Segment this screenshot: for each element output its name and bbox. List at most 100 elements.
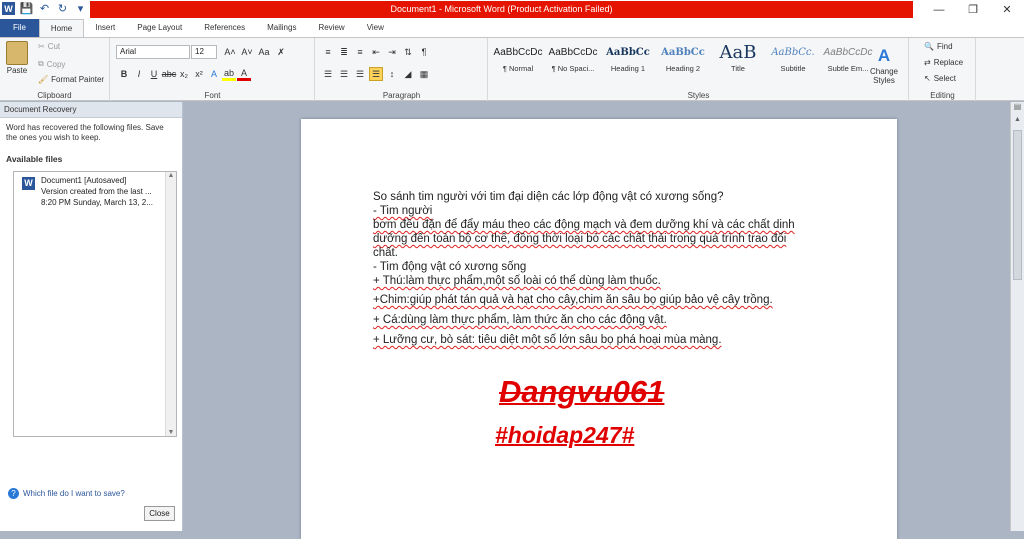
paste-button[interactable]: Paste (6, 41, 28, 75)
select-button[interactable]: ↖ Select (924, 74, 956, 83)
ruler-toggle-icon[interactable]: ▤ (1011, 102, 1024, 116)
vertical-scrollbar[interactable]: ▤ ▲ (1010, 102, 1024, 531)
paragraph-label: Paragraph (382, 91, 421, 100)
numbering-icon[interactable]: ≣ (337, 45, 351, 59)
doc-line-fish: + Cá:dùng làm thực phẩm, làm thức ăn cho… (373, 314, 667, 326)
superscript-icon[interactable]: x² (192, 67, 206, 81)
font-size-field[interactable]: 12 (191, 45, 217, 59)
recovery-title: Document Recovery (0, 102, 182, 118)
tab-review[interactable]: Review (307, 19, 355, 37)
cut-button[interactable]: ✂ Cut (38, 42, 60, 51)
clear-formatting-icon[interactable]: ✗ (274, 45, 288, 59)
doc-line-body-2: dưỡng đến toàn bộ cơ thể, đồng thời loại… (373, 233, 787, 245)
scroll-up-arrow-icon[interactable]: ▲ (1011, 116, 1024, 128)
style-heading-2[interactable]: AaBbCc Heading 2 (656, 42, 710, 82)
undo-icon[interactable]: ↶ (38, 2, 51, 15)
justify-icon[interactable]: ☰ (369, 67, 383, 81)
styles-group: AaBbCcDc ¶ Normal AaBbCcDc ¶ No Spaci... A… (489, 38, 909, 101)
style-subtitle[interactable]: AaBbCc. Subtitle (766, 42, 820, 82)
shrink-font-icon[interactable]: A˅ (240, 45, 254, 59)
editing-group: 🔍 Find ⇄ Replace ↖ Select Editing (910, 38, 976, 101)
close-window-button[interactable]: ✕ (990, 0, 1024, 19)
hashtag-text: #hoidap247# (495, 422, 635, 448)
copy-button[interactable]: ⧉ Copy (38, 59, 65, 69)
increase-indent-icon[interactable]: ⇥ (385, 45, 399, 59)
paintbrush-icon: 🖌 (38, 75, 49, 84)
paragraph-bottom-row: ☰ ☰ ☰ ☰ ↕ ◢ ▦ (321, 67, 431, 81)
highlight-icon[interactable]: ab (222, 67, 236, 81)
recovered-file-version: Version created from the last ... (41, 187, 152, 196)
document-page[interactable]: So sánh tim người với tim đại diện các l… (301, 119, 897, 539)
style-no-spacing[interactable]: AaBbCcDc ¶ No Spaci... (546, 42, 600, 82)
show-hide-icon[interactable]: ¶ (417, 45, 431, 59)
copy-icon: ⧉ (38, 59, 44, 68)
recovery-message: Word has recovered the following files. … (6, 123, 164, 142)
scroll-up-icon[interactable]: ▲ (166, 172, 176, 179)
italic-icon[interactable]: I (132, 67, 146, 81)
tab-home[interactable]: Home (38, 19, 85, 37)
document-recovery-pane: Document Recovery Word has recovered the… (0, 102, 183, 531)
decrease-indent-icon[interactable]: ⇤ (369, 45, 383, 59)
tab-page-layout[interactable]: Page Layout (126, 19, 193, 37)
close-recovery-button[interactable]: Close (144, 506, 175, 521)
tab-mailings[interactable]: Mailings (256, 19, 307, 37)
doc-line-heading-human: - Tim người (373, 205, 433, 217)
quick-access-toolbar: W 💾 ↶ ↻ ▾ (2, 2, 87, 15)
font-name-field[interactable]: Arial (116, 45, 190, 59)
subscript-icon[interactable]: x₂ (177, 67, 191, 81)
doc-line-bird: +Chim:giúp phát tán quả và hạt cho cây,c… (373, 294, 773, 306)
tab-file[interactable]: File (0, 19, 39, 37)
customize-qat-icon[interactable]: ▾ (74, 2, 87, 15)
find-button[interactable]: 🔍 Find (924, 42, 953, 51)
strikethrough-icon[interactable]: abc (162, 67, 177, 81)
replace-button[interactable]: ⇄ Replace (924, 58, 963, 67)
doc-line-question: So sánh tim người với tim đại diện các l… (373, 191, 724, 203)
line-spacing-icon[interactable]: ↕ (385, 67, 399, 81)
tab-references[interactable]: References (193, 19, 256, 37)
paragraph-group: ≡ ≣ ≡ ⇤ ⇥ ⇅ ¶ ☰ ☰ ☰ ☰ ↕ ◢ ▦ Paragraph (316, 38, 488, 101)
available-files-heading: Available files (6, 154, 63, 164)
font-color-icon[interactable]: A (237, 67, 251, 81)
ribbon: Paste ✂ Cut ⧉ Copy 🖌 Format Painter Clipboa… (0, 37, 1024, 101)
scroll-down-icon[interactable]: ▼ (166, 429, 176, 436)
shading-icon[interactable]: ◢ (401, 67, 415, 81)
bullets-icon[interactable]: ≡ (321, 45, 335, 59)
tab-insert[interactable]: Insert (84, 19, 126, 37)
help-icon: ? (8, 488, 19, 499)
borders-icon[interactable]: ▦ (417, 67, 431, 81)
editing-label: Editing (930, 91, 955, 100)
recovered-file-item[interactable]: W Document1 [Autosaved] Version created … (20, 175, 170, 209)
change-case-icon[interactable]: Aa (257, 45, 271, 59)
binoculars-icon: 🔍 (924, 42, 934, 51)
style-title[interactable]: AaB Title (711, 42, 765, 82)
tab-view[interactable]: View (356, 19, 395, 37)
file-list-scrollbar[interactable]: ▲ ▼ (165, 172, 176, 436)
style-heading-1[interactable]: AaBbCc Heading 1 (601, 42, 655, 82)
document-area: So sánh tim người với tim đại diện các l… (184, 102, 1010, 539)
bold-icon[interactable]: B (117, 67, 131, 81)
multilevel-list-icon[interactable]: ≡ (353, 45, 367, 59)
font-size-buttons: A˄ A˅ Aa ✗ (223, 45, 288, 59)
align-center-icon[interactable]: ☰ (337, 67, 351, 81)
redo-icon[interactable]: ↻ (56, 2, 69, 15)
save-icon[interactable]: 💾 (20, 2, 34, 15)
grow-font-icon[interactable]: A˄ (223, 45, 237, 59)
align-left-icon[interactable]: ☰ (321, 67, 335, 81)
sort-icon[interactable]: ⇅ (401, 45, 415, 59)
change-styles-button[interactable]: A Change Styles (867, 46, 901, 85)
underline-icon[interactable]: U (147, 67, 161, 81)
window-title: Document1 - Microsoft Word (Product Acti… (90, 1, 913, 18)
minimize-button[interactable]: — (922, 0, 956, 19)
replace-icon: ⇄ (924, 58, 931, 67)
scroll-thumb[interactable] (1013, 130, 1022, 280)
font-group: Arial 12 A˄ A˅ Aa ✗ B I U abc x₂ x² A ab… (111, 38, 315, 101)
format-painter-button[interactable]: 🖌 Format Painter (38, 75, 104, 84)
text-effects-icon[interactable]: A (207, 67, 221, 81)
style-normal[interactable]: AaBbCcDc ¶ Normal (491, 42, 545, 82)
align-right-icon[interactable]: ☰ (353, 67, 367, 81)
signature-text: Dangvu061 (499, 374, 665, 409)
restore-button[interactable]: ❐ (956, 0, 990, 19)
scissors-icon: ✂ (38, 42, 45, 51)
help-link[interactable]: ? Which file do I want to save? (8, 488, 125, 499)
recovered-file-name: Document1 [Autosaved] (41, 176, 127, 185)
